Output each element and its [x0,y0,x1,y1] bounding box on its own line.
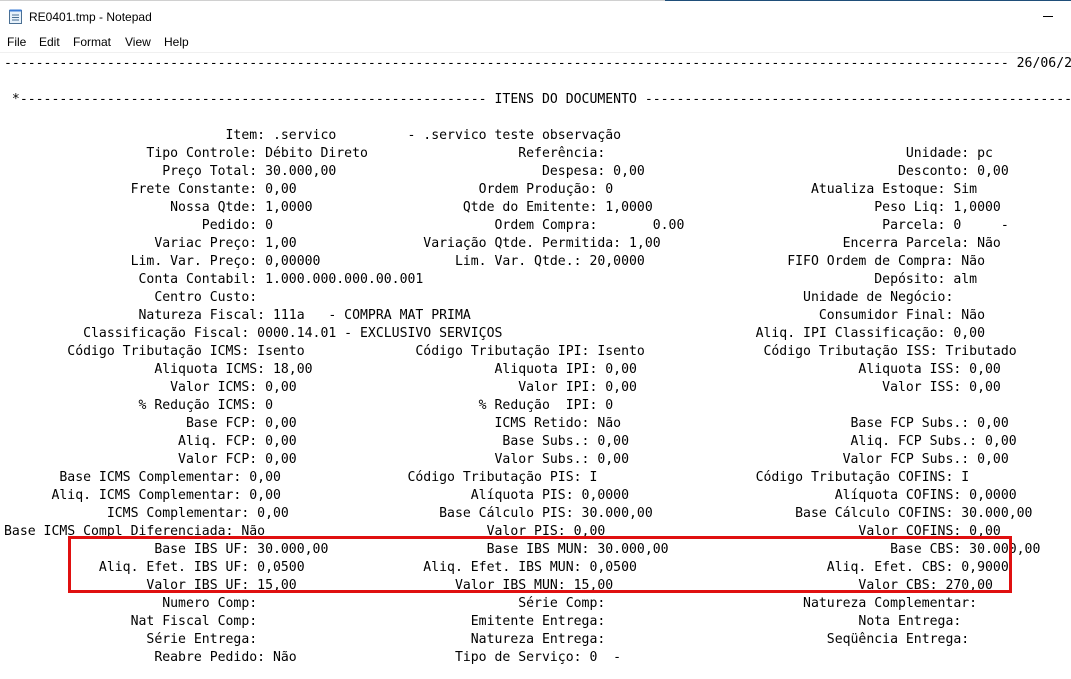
doc-line: Pedido: 0 Ordem Compra: 0.00 Parcela: 0 … [4,218,1009,233]
doc-line: Preço Total: 30.000,00 Despesa: 0,00 Des… [4,164,1009,179]
menu-view[interactable]: View [125,35,151,49]
menu-file[interactable]: File [7,35,26,49]
doc-line: Aliq. ICMS Complementar: 0,00 Alíquota P… [4,488,1017,503]
menu-help[interactable]: Help [164,35,189,49]
doc-line: Conta Contabil: 1.000.000.000.00.001 Dep… [4,272,978,287]
doc-line: Item: .servico - .servico teste observaç… [4,128,622,143]
text-editor[interactable]: ----------------------------------------… [0,52,1071,679]
window-title: RE0401.tmp - Notepad [29,10,152,24]
doc-line: Base FCP: 0,00 ICMS Retido: Não Base FCP… [4,416,1009,431]
notepad-icon [9,9,22,24]
doc-line: Natureza Fiscal: 111a - COMPRA MAT PRIMA… [4,308,986,323]
doc-line: Base IBS UF: 30.000,00 Base IBS MUN: 30.… [4,542,1041,557]
doc-line: Reabre Pedido: Não Tipo de Serviço: 0 - [4,650,622,665]
menu-bar: File Edit Format View Help [0,32,1071,52]
doc-line: Valor ICMS: 0,00 Valor IPI: 0,00 Valor I… [4,380,1001,395]
doc-line: Valor FCP: 0,00 Valor Subs.: 0,00 Valor … [4,452,1009,467]
menu-edit[interactable]: Edit [39,35,60,49]
doc-line: Aliq. Efet. IBS UF: 0,0500 Aliq. Efet. I… [4,560,1009,575]
doc-line: Valor IBS UF: 15,00 Valor IBS MUN: 15,00… [4,578,993,593]
doc-line: Base ICMS Compl Diferenciada: Não Valor … [4,524,1001,539]
doc-line: ----------------------------------------… [4,56,1071,71]
doc-line: Nossa Qtde: 1,0000 Qtde do Emitente: 1,0… [4,200,1001,215]
title-bar[interactable]: RE0401.tmp - Notepad [0,1,1071,31]
doc-line: Base ICMS Complementar: 0,00 Código Trib… [4,470,970,485]
doc-line: *---------------------------------------… [4,92,1071,107]
minimize-icon [1043,16,1053,17]
doc-line: Código Tributação ICMS: Isento Código Tr… [4,344,1017,359]
doc-line: Tipo Controle: Débito Direto Referência:… [4,146,993,161]
doc-line: Centro Custo: Unidade de Negócio: [4,290,954,305]
doc-line: Série Entrega: Natureza Entrega: Seqüênc… [4,632,970,647]
document-text[interactable]: ----------------------------------------… [4,55,1071,667]
doc-line: Nat Fiscal Comp: Emitente Entrega: Nota … [4,614,962,629]
doc-line: Aliquota ICMS: 18,00 Aliquota IPI: 0,00 … [4,362,1001,377]
minimize-button[interactable] [1025,2,1071,31]
doc-line: Aliq. FCP: 0,00 Base Subs.: 0,00 Aliq. F… [4,434,1017,449]
doc-line: % Redução ICMS: 0 % Redução IPI: 0 [4,398,614,413]
doc-line: Variac Preço: 1,00 Variação Qtde. Permit… [4,236,1001,251]
doc-line: Classificação Fiscal: 0000.14.01 - EXCLU… [4,326,986,341]
doc-line: Lim. Var. Preço: 0,00000 Lim. Var. Qtde.… [4,254,986,269]
doc-line: Frete Constante: 0,00 Ordem Produção: 0 … [4,182,978,197]
doc-line: ICMS Complementar: 0,00 Base Cálculo PIS… [4,506,1033,521]
menu-format[interactable]: Format [73,35,111,49]
doc-line: Numero Comp: Série Comp: Natureza Comple… [4,596,978,611]
